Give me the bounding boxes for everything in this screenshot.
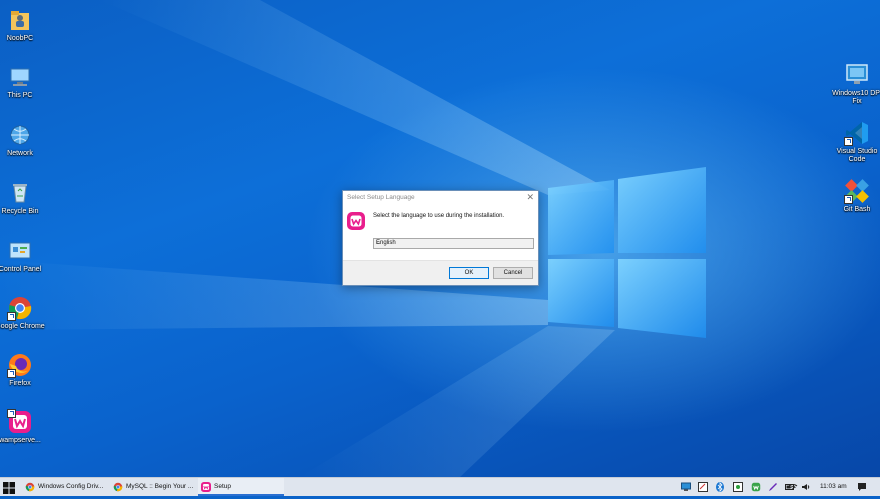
cancel-button[interactable]: Cancel	[493, 267, 533, 279]
chevron-down-icon: ⌄	[376, 240, 382, 246]
desktop-icon-windows10-dpi-fix[interactable]: Windows10 DPI Fix	[829, 62, 880, 106]
desktop-icon-git-bash[interactable]: Git Bash	[829, 178, 880, 214]
wampserver-icon	[347, 212, 365, 230]
wifi-icon[interactable]	[788, 482, 798, 492]
taskbar: Windows Config Driv... MySQL :: Begin Yo…	[0, 477, 880, 496]
tool-icon[interactable]	[698, 482, 708, 492]
control-panel-icon	[7, 238, 33, 264]
recycle-bin-icon	[7, 180, 33, 206]
shortcut-arrow-icon	[844, 137, 853, 146]
desktop-icon-label: Control Panel	[0, 266, 42, 273]
shortcut-arrow-icon	[7, 312, 16, 321]
wampserver-icon	[201, 482, 211, 492]
desktop-icon-label: Recycle Bin	[1, 208, 39, 215]
taskbar-item-windows-config[interactable]: Windows Config Driv...	[22, 478, 108, 496]
git-bash-icon	[844, 178, 870, 204]
wampserver-tray-icon[interactable]	[751, 482, 761, 492]
settings-tray-icon[interactable]	[733, 482, 743, 492]
language-select[interactable]: English ⌄	[373, 238, 534, 249]
taskbar-clock[interactable]: 11:03 am	[820, 478, 847, 496]
desktop-icon-label: Network	[7, 150, 33, 157]
desktop-icon-label: NoobPC	[6, 35, 34, 42]
volume-icon[interactable]	[801, 482, 811, 492]
shortcut-arrow-icon	[7, 369, 16, 378]
desktop-icon-label: Firefox	[9, 380, 31, 387]
taskbar-item-label: MySQL :: Begin Your ...	[126, 483, 194, 490]
wampserver-icon	[7, 409, 33, 435]
taskbar-item-mysql[interactable]: MySQL :: Begin Your ...	[110, 478, 196, 496]
taskbar-item-setup[interactable]: Setup	[198, 478, 284, 496]
monitor-icon	[844, 62, 870, 88]
desktop: NoobPC This PC Network Recycle Bin Contr…	[0, 0, 880, 477]
desktop-icon-recycle-bin[interactable]: Recycle Bin	[0, 180, 48, 216]
ok-button[interactable]: OK	[449, 267, 489, 279]
desktop-icon-noobpc[interactable]: NoobPC	[0, 7, 48, 43]
bluetooth-icon[interactable]	[715, 482, 725, 492]
desktop-icon-label: Google Chrome	[0, 323, 45, 330]
chrome-icon	[7, 295, 33, 321]
computer-icon	[7, 64, 33, 90]
user-folder-icon	[7, 7, 33, 33]
close-button[interactable]: ✕	[526, 192, 534, 203]
firefox-icon	[7, 352, 33, 378]
desktop-icon-visual-studio-code[interactable]: Visual Studio Code	[829, 120, 880, 164]
chrome-icon	[25, 482, 35, 492]
dialog-title: Select Setup Language	[347, 194, 415, 201]
desktop-icon-network[interactable]: Network	[0, 122, 48, 158]
vscode-icon	[844, 120, 870, 146]
desktop-icon-wampserver[interactable]: wampserve...	[0, 409, 48, 445]
desktop-icon-label: Windows10 DPI Fix	[832, 90, 880, 105]
monitor-icon[interactable]	[681, 482, 691, 492]
chrome-icon	[113, 482, 123, 492]
taskbar-item-label: Windows Config Driv...	[38, 483, 104, 490]
desktop-icon-this-pc[interactable]: This PC	[0, 64, 48, 100]
notifications-icon[interactable]	[857, 482, 867, 492]
taskbar-item-label: Setup	[214, 483, 231, 490]
pen-icon[interactable]	[768, 482, 778, 492]
network-icon	[7, 122, 33, 148]
checkbox-overlay-icon	[7, 409, 16, 418]
windows-logo-icon	[3, 482, 15, 494]
dialog-footer: OK Cancel	[343, 260, 538, 285]
desktop-icon-label: Git Bash	[843, 206, 871, 213]
select-language-dialog: Select Setup Language ✕ Select the langu…	[342, 190, 539, 286]
desktop-icon-control-panel[interactable]: Control Panel	[0, 238, 48, 274]
start-button[interactable]	[3, 481, 15, 494]
desktop-icon-label: wampserve...	[0, 437, 41, 444]
desktop-icon-label: Visual Studio Code	[836, 148, 878, 163]
desktop-icon-google-chrome[interactable]: Google Chrome	[0, 295, 48, 331]
desktop-icon-label: This PC	[7, 92, 33, 99]
shortcut-arrow-icon	[844, 195, 853, 204]
desktop-icon-firefox[interactable]: Firefox	[0, 352, 48, 388]
dialog-titlebar[interactable]: Select Setup Language ✕	[343, 191, 538, 206]
dialog-message: Select the language to use during the in…	[373, 213, 505, 219]
